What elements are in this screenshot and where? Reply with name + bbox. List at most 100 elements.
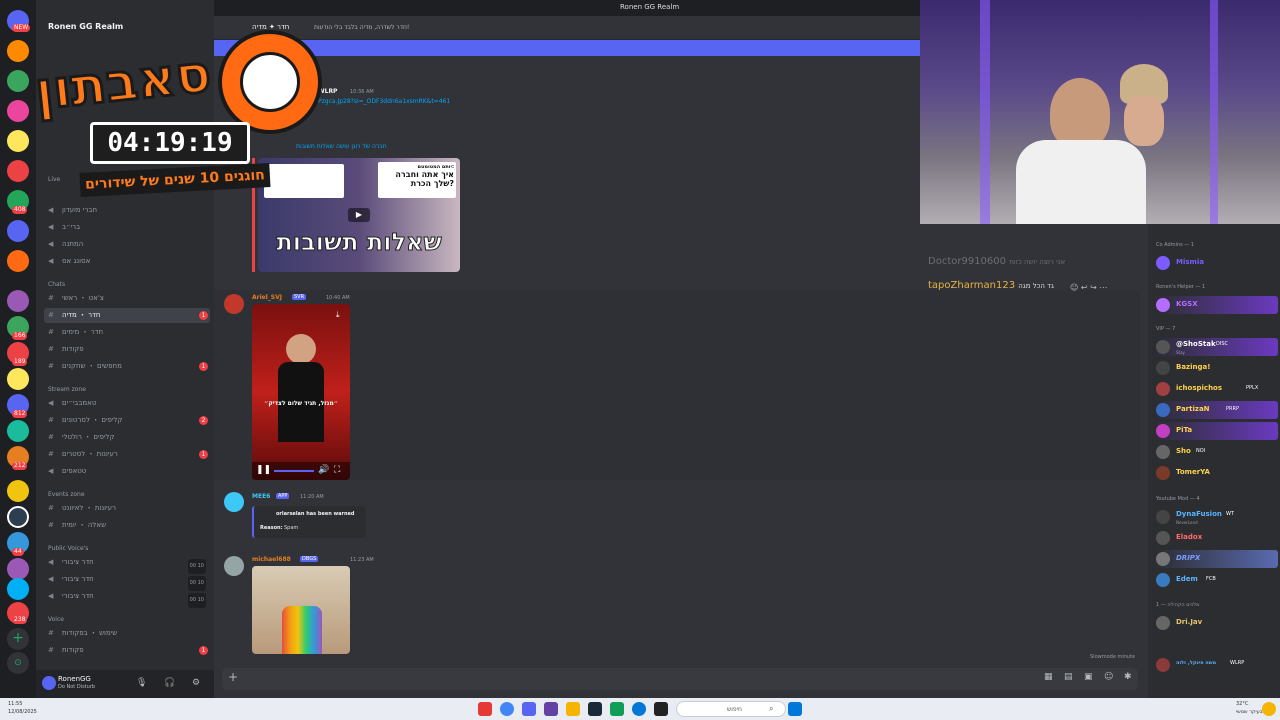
channel-item[interactable]: # שימוש ・ בפקודות [44, 626, 210, 641]
app-icon[interactable] [544, 702, 558, 716]
headphones-icon[interactable]: 🎧 [164, 678, 175, 688]
reply-icon[interactable]: ↩ [1081, 283, 1088, 292]
gif-icon[interactable]: ▤ [1064, 672, 1073, 682]
member-item[interactable]: @ShoStak DISC Stay [1154, 338, 1278, 356]
member-item[interactable]: Sho NOI [1154, 443, 1278, 461]
steam-icon[interactable] [588, 702, 602, 716]
channel-item[interactable]: ◀ ברי״ב [44, 220, 210, 235]
category-stream[interactable]: Stream zone [48, 386, 86, 393]
microphone-icon[interactable]: 🎙 [136, 678, 147, 688]
channel-item[interactable]: # פקודות [44, 342, 210, 357]
channel-item[interactable]: ◀ טטאפים [44, 464, 210, 479]
image-attachment[interactable] [252, 566, 350, 654]
discord-icon[interactable] [522, 702, 536, 716]
gift-icon[interactable]: ▦ [1044, 672, 1053, 682]
server-icon[interactable] [7, 368, 29, 390]
download-icon[interactable]: ⤓ [336, 310, 340, 320]
channel-item[interactable]: # קליפים ・ רולטלי [44, 430, 210, 445]
gear-icon[interactable]: ⚙ [192, 678, 200, 688]
member-item[interactable]: TomerYA [1154, 464, 1278, 482]
channel-item[interactable]: # שאלה ・ יומית [44, 518, 210, 533]
channel-item[interactable]: # פקודות 1 [44, 643, 210, 658]
app-icon[interactable] [478, 702, 492, 716]
server-icon[interactable] [7, 250, 29, 272]
avatar[interactable] [224, 294, 244, 314]
channel-item[interactable]: # רעיונות ・ לסטרים 1 [44, 447, 210, 462]
folder-icon[interactable] [566, 702, 580, 716]
user-status: Do Not Disturb [58, 684, 96, 690]
member-item[interactable]: DynaFusion WT NeverLand [1154, 508, 1278, 526]
member-item[interactable]: ichospichos PPLX [1154, 380, 1278, 398]
member-item[interactable]: Dri.Jav [1154, 614, 1278, 632]
emoji-icon[interactable]: ☺ [1104, 672, 1113, 682]
voice-channel-item[interactable]: ◀ חדר ציבורי 00 10 [44, 589, 210, 608]
channel-item[interactable]: # מחפשים ・ שחקנים 1 [44, 359, 210, 374]
member-item[interactable]: DRIPX [1154, 550, 1278, 568]
video-player[interactable]: ״מגזל, תגיד שלום לצדיק״ ⤓ ❚❚ 🔊 ⛶ [252, 304, 350, 480]
app-icon[interactable] [610, 702, 624, 716]
fullscreen-icon[interactable]: ⛶ [334, 465, 340, 475]
member-item[interactable]: Mismia [1154, 254, 1278, 272]
channel-topic[interactable]: חדר לשדרה, מדיה בלבד בלי הודעות! [314, 24, 409, 31]
hash-icon: # [48, 450, 54, 458]
server-icon[interactable] [7, 578, 29, 600]
category-voice[interactable]: Voice [48, 616, 64, 623]
server-icon[interactable] [7, 506, 29, 528]
voice-channel-item[interactable]: ◀ חדר ציבורי 00 10 [44, 555, 210, 574]
voice-channel-item[interactable]: ◀ חדר ציבורי 00 10 [44, 572, 210, 591]
add-server-icon[interactable]: + [7, 628, 29, 650]
avatar[interactable] [42, 676, 56, 690]
member-item[interactable]: Eladox [1154, 529, 1278, 547]
taskbar-clock[interactable]: 11:55 12/08/2025 [8, 700, 37, 716]
channel-item-active[interactable]: # חדר ・ מדיה 1 [44, 308, 210, 323]
member-item[interactable]: Bazinga! [1154, 359, 1278, 377]
category-events[interactable]: Events zone [48, 491, 85, 498]
server-icon[interactable] [7, 420, 29, 442]
pause-icon[interactable]: ❚❚ [256, 465, 271, 475]
channel-item[interactable]: ◀ אסונג אס [44, 254, 210, 269]
member-item[interactable]: KGSX [1154, 296, 1278, 314]
message-author[interactable]: michael688 [252, 556, 291, 563]
channel-item[interactable]: # חדר ・ מימים [44, 325, 210, 340]
server-icon[interactable] [7, 558, 29, 580]
channel-item[interactable]: # צ'אט ・ ראשי [44, 291, 210, 306]
channel-item[interactable]: ◀ המתנה [44, 237, 210, 252]
channel-item[interactable]: ◀ טאמבבי״ים [44, 396, 210, 411]
sticker-icon[interactable]: ▣ [1084, 672, 1093, 682]
member-name: משה פינקל, זלוה [1176, 660, 1217, 666]
play-icon[interactable]: ▶ [348, 208, 370, 222]
more-icon[interactable]: ⋯ [1099, 283, 1107, 292]
seek-bar[interactable] [274, 470, 314, 472]
channel-item[interactable]: # רעיונות ・ לאיוונט [44, 501, 210, 516]
message-link[interactable]: Pzgca.Jp28?si=_ODF3ddn6a1xsmRK&t=461 [318, 98, 450, 105]
speaker-icon: ◀ [48, 257, 54, 265]
app-icon[interactable] [654, 702, 668, 716]
volume-icon[interactable]: 🔊 [318, 465, 329, 475]
server-icon[interactable] [7, 290, 29, 312]
member-item[interactable]: משה פינקל, זלוה WLRP [1154, 656, 1278, 674]
message-author[interactable]: MEE6 [252, 493, 270, 500]
forward-icon[interactable]: ↪ [1090, 283, 1097, 292]
message-author[interactable]: Ariel_SVJ [252, 294, 282, 301]
apps-icon[interactable]: ✱ [1124, 672, 1132, 682]
member-item[interactable]: PiTa [1154, 422, 1278, 440]
server-icon[interactable] [7, 480, 29, 502]
avatar[interactable] [224, 492, 244, 512]
category-public-voice[interactable]: Public Voice's [48, 545, 88, 552]
avatar[interactable] [224, 556, 244, 576]
discover-icon[interactable]: ⊙ [7, 652, 29, 674]
windows-start-icon[interactable] [788, 702, 802, 716]
react-icon[interactable]: ☺ [1070, 283, 1078, 292]
category-chats[interactable]: Chats [48, 281, 65, 288]
add-attachment-icon[interactable]: + [228, 670, 238, 684]
member-item[interactable]: Edem FCB [1154, 571, 1278, 589]
chrome-icon[interactable] [500, 702, 514, 716]
edge-icon[interactable] [632, 702, 646, 716]
server-icon[interactable] [7, 220, 29, 242]
message-composer[interactable]: + ▦ ▤ ▣ ☺ ✱ [222, 668, 1138, 690]
taskbar-search[interactable]: חיפוש ⌕ [676, 701, 786, 717]
weather-widget[interactable]: 32°C בעיקר שמשי [1236, 700, 1263, 716]
member-item[interactable]: PartizaN PRRP [1154, 401, 1278, 419]
channel-item[interactable]: ◀ חברי מועדון [44, 203, 210, 218]
channel-item[interactable]: # קליפים ・ לסרטונים 2 [44, 413, 210, 428]
